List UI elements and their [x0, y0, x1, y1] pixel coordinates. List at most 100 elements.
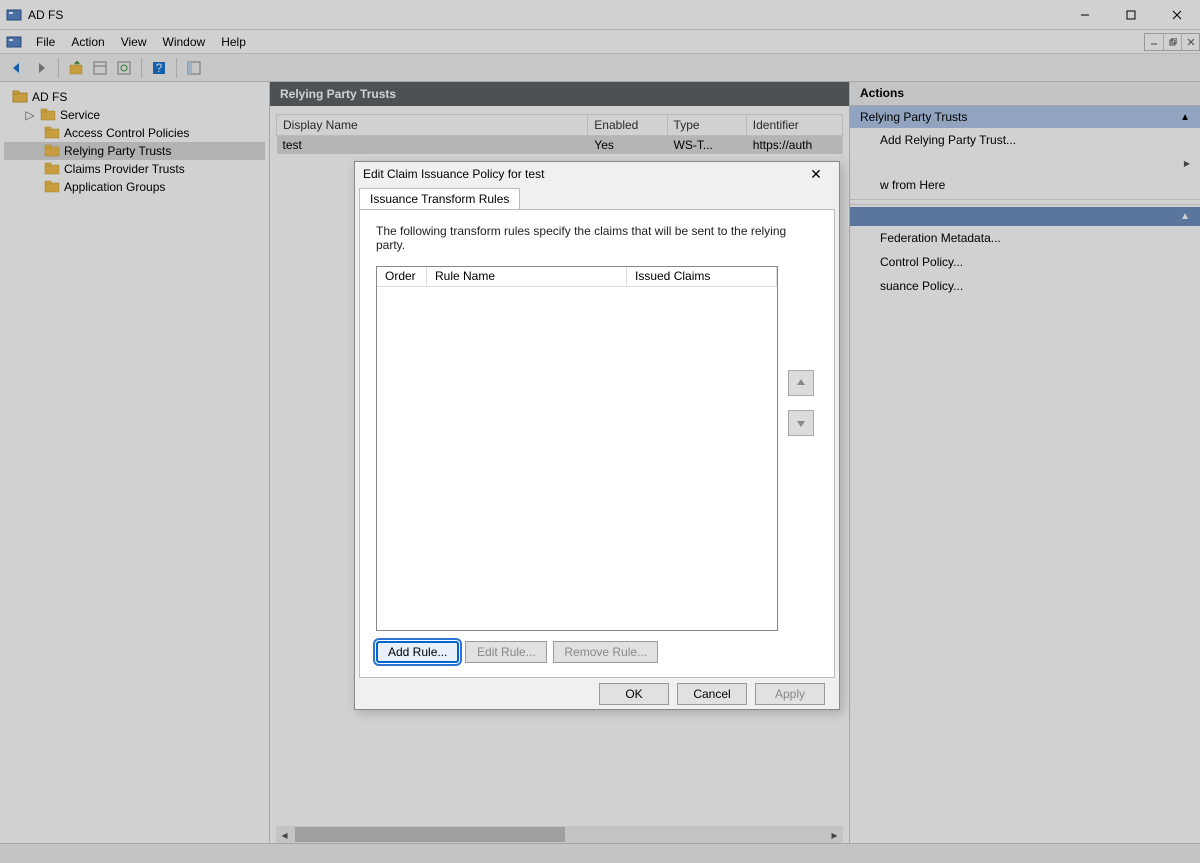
tree-item-relying-party-trusts[interactable]: Relying Party Trusts	[4, 142, 265, 160]
toolbar-separator	[58, 58, 59, 78]
cell-identifier: https://auth	[746, 136, 842, 155]
folder-icon	[40, 108, 56, 122]
collapse-icon: ▲	[1180, 211, 1190, 222]
ok-button[interactable]: OK	[599, 683, 669, 705]
col-type[interactable]: Type	[667, 115, 746, 136]
folder-icon	[44, 180, 60, 194]
tree-item-service[interactable]: ▷ Service	[4, 106, 265, 124]
dialog-tabs: Issuance Transform Rules	[355, 186, 839, 209]
action-add-relying-party[interactable]: Add Relying Party Trust...	[850, 128, 1200, 152]
minimize-button[interactable]	[1062, 0, 1108, 30]
mdi-close-button[interactable]	[1181, 34, 1199, 50]
menu-file[interactable]: File	[28, 33, 63, 51]
forward-button[interactable]	[30, 57, 52, 79]
action-new-window[interactable]: w from Here	[850, 173, 1200, 197]
tree-panel: AD FS ▷ Service Access Control Policies …	[0, 82, 270, 843]
tree-item-access-control[interactable]: Access Control Policies	[4, 124, 265, 142]
apply-button: Apply	[755, 683, 825, 705]
scroll-left-icon[interactable]: ◂	[276, 826, 293, 843]
remove-rule-button: Remove Rule...	[553, 641, 658, 663]
edit-rule-button: Edit Rule...	[465, 641, 547, 663]
separator	[850, 199, 1200, 200]
col-identifier[interactable]: Identifier	[746, 115, 842, 136]
window-title: AD FS	[28, 8, 1062, 22]
tree-item-claims-provider[interactable]: Claims Provider Trusts	[4, 160, 265, 178]
actions-section-selected[interactable]: ▲	[850, 207, 1200, 226]
col-rule-name[interactable]: Rule Name	[427, 267, 627, 286]
refresh-button[interactable]	[113, 57, 135, 79]
show-hide-button[interactable]	[183, 57, 205, 79]
folder-icon	[44, 162, 60, 176]
col-display-name[interactable]: Display Name	[277, 115, 588, 136]
app-icon	[6, 7, 22, 23]
close-button[interactable]	[1154, 0, 1200, 30]
folder-icon	[44, 144, 60, 158]
tree-label: Claims Provider Trusts	[64, 162, 185, 176]
dialog-footer: OK Cancel Apply	[355, 678, 839, 709]
rules-table[interactable]: Order Rule Name Issued Claims	[376, 266, 778, 631]
scroll-right-icon[interactable]: ▸	[826, 826, 843, 843]
col-enabled[interactable]: Enabled	[588, 115, 667, 136]
tree-root[interactable]: AD FS	[4, 88, 265, 106]
action-federation-metadata[interactable]: Federation Metadata...	[850, 226, 1200, 250]
folder-icon	[44, 126, 60, 140]
actions-section-label: Relying Party Trusts	[860, 110, 967, 124]
table-row[interactable]: test Yes WS-T... https://auth	[277, 136, 843, 155]
tab-issuance-transform-rules[interactable]: Issuance Transform Rules	[359, 188, 520, 209]
dialog-close-button[interactable]: ✕	[801, 162, 831, 186]
mdi-controls	[1144, 33, 1200, 51]
separator	[850, 204, 1200, 205]
rule-action-buttons: Add Rule... Edit Rule... Remove Rule...	[376, 641, 818, 663]
move-up-button[interactable]	[788, 370, 814, 396]
horizontal-scrollbar[interactable]: ◂ ▸	[276, 826, 843, 843]
menu-action[interactable]: Action	[63, 33, 112, 51]
tree-item-application-groups[interactable]: Application Groups	[4, 178, 265, 196]
actions-header: Actions	[850, 82, 1200, 106]
status-bar	[0, 843, 1200, 863]
dialog-body: The following transform rules specify th…	[359, 209, 835, 678]
col-issued-claims[interactable]: Issued Claims	[627, 267, 777, 286]
action-control-policy[interactable]: Control Policy...	[850, 250, 1200, 274]
back-button[interactable]	[6, 57, 28, 79]
tree-label: Access Control Policies	[64, 126, 189, 140]
toolbar-separator	[141, 58, 142, 78]
mdi-minimize-button[interactable]	[1145, 34, 1163, 50]
dialog-description: The following transform rules specify th…	[376, 224, 818, 252]
menu-window[interactable]: Window	[155, 33, 214, 51]
scroll-thumb[interactable]	[295, 827, 565, 842]
menu-help[interactable]: Help	[213, 33, 254, 51]
cell-display-name: test	[277, 136, 588, 155]
action-issuance-policy[interactable]: suance Policy...	[850, 274, 1200, 298]
add-rule-button[interactable]: Add Rule...	[376, 641, 459, 663]
help-button[interactable]: ?	[148, 57, 170, 79]
toolbar-separator	[176, 58, 177, 78]
cell-enabled: Yes	[588, 136, 667, 155]
cell-type: WS-T...	[667, 136, 746, 155]
maximize-button[interactable]	[1108, 0, 1154, 30]
move-down-button[interactable]	[788, 410, 814, 436]
toolbar: ?	[0, 54, 1200, 82]
properties-button[interactable]	[89, 57, 111, 79]
up-button[interactable]	[65, 57, 87, 79]
actions-section-rpt[interactable]: Relying Party Trusts ▲	[850, 106, 1200, 128]
window-titlebar: AD FS	[0, 0, 1200, 30]
trusts-table: Display Name Enabled Type Identifier tes…	[276, 114, 843, 154]
menu-bar: File Action View Window Help	[0, 30, 1200, 54]
cancel-button[interactable]: Cancel	[677, 683, 747, 705]
edit-claim-issuance-dialog: Edit Claim Issuance Policy for test ✕ Is…	[354, 161, 840, 710]
center-header: Relying Party Trusts	[270, 82, 849, 106]
collapse-icon: ▲	[1180, 112, 1190, 123]
rules-table-header: Order Rule Name Issued Claims	[377, 267, 777, 287]
tree-label: Service	[60, 108, 100, 122]
col-order[interactable]: Order	[377, 267, 427, 286]
app-menu-icon	[6, 34, 22, 50]
dialog-title: Edit Claim Issuance Policy for test	[363, 167, 801, 181]
tree-label: Application Groups	[64, 180, 165, 194]
action-view-submenu[interactable]	[850, 152, 1200, 173]
menu-view[interactable]: View	[113, 33, 155, 51]
dialog-titlebar[interactable]: Edit Claim Issuance Policy for test ✕	[355, 162, 839, 186]
expander-icon[interactable]: ▷	[24, 108, 36, 122]
mdi-restore-button[interactable]	[1163, 34, 1181, 50]
tree-root-label: AD FS	[32, 90, 67, 104]
adfs-root-icon	[12, 90, 28, 104]
